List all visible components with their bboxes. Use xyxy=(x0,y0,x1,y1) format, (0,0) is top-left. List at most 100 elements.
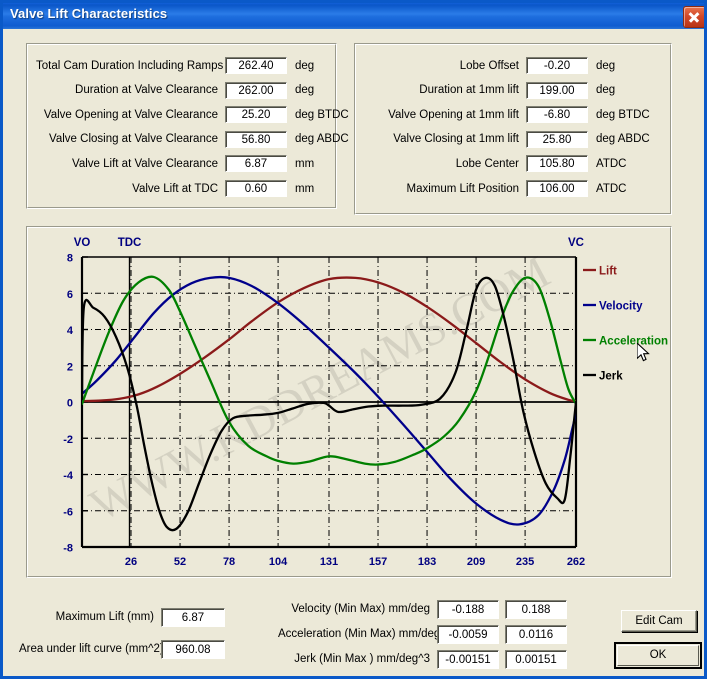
parameter-unit: ATDC xyxy=(596,182,627,195)
legend-label-acceleration: Acceleration xyxy=(599,336,668,348)
parameter-label: Valve Closing at 1mm lift xyxy=(393,133,519,146)
parameter-value-input[interactable]: -0.20 xyxy=(526,57,588,74)
parameter-row: Maximum Lift Position 106.00 ATDC xyxy=(367,179,626,198)
x-tick-label: 235 xyxy=(516,556,534,568)
parameter-label: Maximum Lift Position xyxy=(406,182,519,195)
legend-label-jerk: Jerk xyxy=(599,371,623,383)
valve-lift-characteristics-window: Valve Lift Characteristics Total Cam Dur… xyxy=(0,0,707,679)
y-tick-label: 6 xyxy=(67,289,73,301)
area-under-lift-row: Area under lift curve (mm^2) 960.08 xyxy=(19,638,225,660)
parameter-label: Valve Lift at Valve Clearance xyxy=(72,157,218,170)
marker-label-vc: VC xyxy=(568,237,584,249)
parameter-row: Duration at Valve Clearance 262.00 deg xyxy=(36,81,314,100)
marker-label-vo: VO xyxy=(74,237,91,249)
velocity-minmax-row: Velocity (Min Max) mm/deg -0.188 0.188 xyxy=(278,598,567,620)
parameter-value-input[interactable]: 6.87 xyxy=(225,155,287,173)
ok-button[interactable]: OK xyxy=(614,642,702,669)
velocity-minmax-label: Velocity (Min Max) mm/deg xyxy=(291,603,430,615)
parameter-row: Lobe Center 105.80 ATDC xyxy=(367,154,626,173)
parameter-unit: deg BTDC xyxy=(596,108,650,121)
parameter-value-input[interactable]: 25.20 xyxy=(225,106,287,124)
x-tick-label: 157 xyxy=(369,556,387,568)
jerk-max-value[interactable]: 0.00151 xyxy=(505,649,567,669)
y-tick-label: -8 xyxy=(63,543,73,555)
marker-label-tdc: TDC xyxy=(118,237,142,249)
velocity-max-value[interactable]: 0.188 xyxy=(505,599,567,619)
parameter-unit: deg ABDC xyxy=(596,133,650,146)
parameter-value-input[interactable]: 105.80 xyxy=(526,155,588,173)
parameter-label: Valve Opening at Valve Clearance xyxy=(43,108,218,121)
parameter-value-input[interactable]: 106.00 xyxy=(526,180,588,197)
jerk-minmax-label: Jerk (Min Max ) mm/deg^3 xyxy=(294,653,430,665)
window-client-area: Total Cam Duration Including Ramps 262.40… xyxy=(3,29,704,676)
parameter-unit: deg xyxy=(295,59,315,72)
y-tick-label: 0 xyxy=(67,398,73,410)
acceleration-max-value[interactable]: 0.0116 xyxy=(505,624,567,644)
parameter-label: Duration at Valve Clearance xyxy=(75,84,218,97)
parameter-row: Duration at 1mm lift 199.00 deg xyxy=(367,81,615,100)
parameter-row: Total Cam Duration Including Ramps 262.40… xyxy=(36,56,314,75)
parameter-value-input[interactable]: 262.40 xyxy=(225,57,287,74)
parameter-unit: mm xyxy=(295,157,315,170)
parameter-value-input[interactable]: 0.60 xyxy=(225,180,287,197)
parameter-value-input[interactable]: 199.00 xyxy=(526,81,588,99)
max-lift-label: Maximum Lift (mm) xyxy=(55,611,154,623)
parameter-value-input[interactable]: 25.80 xyxy=(526,130,588,148)
x-tick-label: 209 xyxy=(467,556,485,568)
parameter-value-input[interactable]: 262.00 xyxy=(225,81,287,99)
parameter-value-input[interactable]: 56.80 xyxy=(225,130,287,148)
edit-cam-button[interactable]: Edit Cam xyxy=(621,610,697,632)
x-tick-label: 104 xyxy=(269,556,288,568)
y-tick-label: -2 xyxy=(63,434,73,446)
parameter-unit: deg ABDC xyxy=(295,133,349,146)
parameter-row: Valve Opening at 1mm lift -6.80 deg BTDC xyxy=(367,105,650,124)
valve-lift-chart: WWW.KDDREAMS.COM 8 6 4 2 0 -2 -4 -6 -8 26 52 78 104 13… xyxy=(27,227,671,577)
window-titlebar: Valve Lift Characteristics xyxy=(3,3,704,29)
parameter-row: Valve Lift at TDC 0.60 mm xyxy=(36,179,314,198)
parameter-label: Duration at 1mm lift xyxy=(419,84,519,97)
parameter-label: Total Cam Duration Including Ramps xyxy=(36,59,224,72)
parameter-row: Valve Opening at Valve Clearance 25.20 deg… xyxy=(36,105,349,124)
window-title: Valve Lift Characteristics xyxy=(10,6,168,21)
parameter-unit: deg xyxy=(596,59,616,72)
y-tick-label: 2 xyxy=(67,361,73,373)
max-lift-value[interactable]: 6.87 xyxy=(161,607,225,627)
jerk-minmax-row: Jerk (Min Max ) mm/deg^3 -0.00151 0.0015… xyxy=(278,648,567,670)
x-tick-label: 183 xyxy=(418,556,436,568)
velocity-min-value[interactable]: -0.188 xyxy=(437,599,499,619)
parameter-label: Valve Lift at TDC xyxy=(132,182,218,195)
x-tick-label: 131 xyxy=(320,556,338,568)
jerk-min-value[interactable]: -0.00151 xyxy=(437,649,499,669)
ok-button-label: OK xyxy=(649,649,667,661)
legend-label-velocity: Velocity xyxy=(599,301,643,313)
acceleration-minmax-label: Acceleration (Min Max) mm/deg^2 xyxy=(278,628,453,640)
max-lift-row: Maximum Lift (mm) 6.87 xyxy=(19,606,225,628)
parameter-label: Valve Closing at Valve Clearance xyxy=(49,133,218,146)
y-tick-label: -4 xyxy=(63,470,74,482)
parameter-unit: ATDC xyxy=(596,157,627,170)
parameter-row: Valve Closing at 1mm lift 25.80 deg ABDC xyxy=(367,130,650,149)
parameter-unit: deg BTDC xyxy=(295,108,349,121)
parameter-unit: deg xyxy=(596,84,616,97)
y-tick-label: 8 xyxy=(67,253,73,265)
parameter-unit: deg xyxy=(295,84,315,97)
x-tick-label: 78 xyxy=(223,556,235,568)
parameter-value-input[interactable]: -6.80 xyxy=(526,106,588,124)
x-tick-label: 26 xyxy=(125,556,137,568)
y-tick-label: 4 xyxy=(67,325,74,337)
x-tick-label: 52 xyxy=(174,556,186,568)
parameter-label: Valve Opening at 1mm lift xyxy=(388,108,519,121)
area-under-lift-label: Area under lift curve (mm^2) xyxy=(19,643,164,655)
parameter-label: Lobe Offset xyxy=(459,59,519,72)
acceleration-minmax-row: Acceleration (Min Max) mm/deg^2 -0.0059 … xyxy=(278,623,567,645)
x-tick-label: 262 xyxy=(567,556,585,568)
area-under-lift-value[interactable]: 960.08 xyxy=(161,639,225,659)
parameter-unit: mm xyxy=(295,182,315,195)
parameter-row: Valve Closing at Valve Clearance 56.80 deg… xyxy=(36,130,349,149)
close-icon[interactable] xyxy=(683,6,704,28)
legend-label-lift: Lift xyxy=(599,266,617,278)
parameter-row: Lobe Offset -0.20 deg xyxy=(367,56,615,75)
parameter-row: Valve Lift at Valve Clearance 6.87 mm xyxy=(36,154,314,173)
y-tick-label: -6 xyxy=(63,506,73,518)
acceleration-min-value[interactable]: -0.0059 xyxy=(437,624,499,644)
